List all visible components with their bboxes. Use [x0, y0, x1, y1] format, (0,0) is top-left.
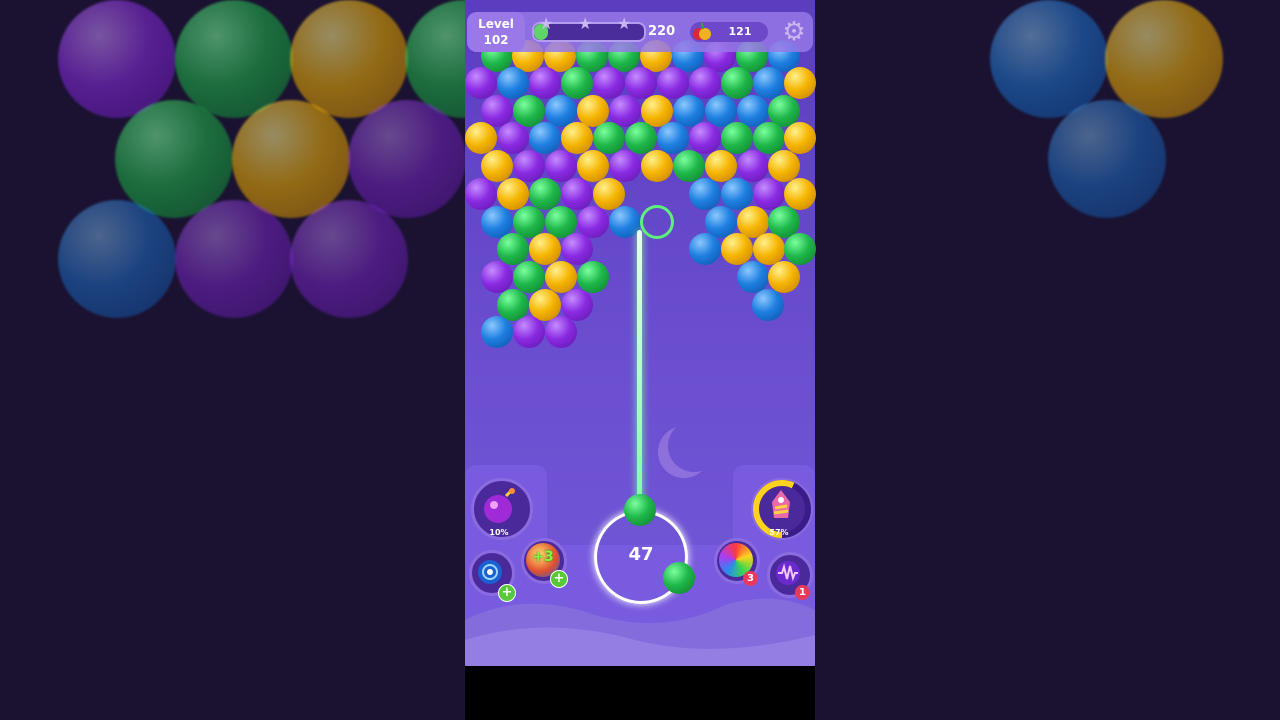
bubble: [545, 316, 577, 348]
bubble: [465, 122, 497, 154]
level-number: 102: [483, 33, 509, 47]
add-target-booster-button[interactable]: +: [498, 584, 516, 602]
bubble: [721, 122, 753, 154]
bubble: [689, 178, 721, 210]
bubble: [721, 233, 753, 265]
bubble: [752, 289, 784, 321]
next-ball[interactable]: [663, 562, 695, 594]
bubble: [609, 150, 641, 182]
star-icon: ★: [617, 14, 632, 33]
bubble: [689, 233, 721, 265]
bubble: [497, 67, 529, 99]
bubble: [577, 261, 609, 293]
bubble: [513, 316, 545, 348]
aim-target-ring: [640, 205, 674, 239]
star-icon: ★: [539, 14, 554, 33]
bubble: [753, 233, 785, 265]
bubble: [625, 67, 657, 99]
rocket-percent: 57%: [769, 528, 789, 537]
bubble: [561, 233, 593, 265]
bubble: [768, 150, 800, 182]
extra-balls-label: +3: [532, 549, 554, 565]
bubble: [497, 178, 529, 210]
bubble: [784, 233, 816, 265]
bubble: [481, 150, 513, 182]
bubble: [737, 150, 769, 182]
level-indicator: Level 102: [467, 12, 525, 52]
bubble: [545, 150, 577, 182]
bubble: [689, 122, 721, 154]
wave-count-badge: 1: [795, 585, 810, 600]
bubble: [753, 67, 785, 99]
bubble: [721, 67, 753, 99]
gear-icon[interactable]: ⚙: [780, 18, 808, 46]
bubble: [657, 122, 689, 154]
bubble: [593, 122, 625, 154]
star-icon: ★: [578, 14, 593, 33]
bubble: [753, 178, 785, 210]
bubble: [513, 261, 545, 293]
bubble: [641, 150, 673, 182]
bubble: [577, 150, 609, 182]
bubble: [625, 122, 657, 154]
bubble: [721, 178, 753, 210]
bubble: [529, 122, 561, 154]
level-label: Level: [478, 17, 514, 31]
bubble: [657, 67, 689, 99]
bottom-bar: [465, 666, 815, 720]
bubble: [545, 261, 577, 293]
bubble: [593, 178, 625, 210]
bubble: [737, 261, 769, 293]
score-value: 220: [648, 24, 676, 39]
bubble: [465, 178, 497, 210]
bubble: [705, 150, 737, 182]
bubble: [465, 67, 497, 99]
bubble: [497, 233, 529, 265]
bubble: [673, 150, 705, 182]
rainbow-count-badge: 3: [743, 571, 758, 586]
bubble: [784, 122, 816, 154]
bubble: [481, 316, 513, 348]
target-icon: [478, 560, 502, 584]
bubble: [768, 261, 800, 293]
bomb-icon: [484, 488, 515, 523]
add-extra-balls-button[interactable]: +: [550, 570, 568, 588]
bubble: [561, 67, 593, 99]
bubble: [481, 261, 513, 293]
current-ball[interactable]: [624, 494, 656, 526]
bubble: [561, 178, 593, 210]
bubble: [529, 178, 561, 210]
bubble: [593, 67, 625, 99]
bubble: [561, 122, 593, 154]
bubble: [689, 67, 721, 99]
bubble: [753, 122, 785, 154]
bubble: [497, 122, 529, 154]
rocket-icon: [772, 490, 790, 518]
fruit-icon: [693, 22, 711, 40]
bomb-percent: 10%: [489, 528, 509, 537]
bubble: [513, 150, 545, 182]
bubble: [529, 67, 561, 99]
bubble: [784, 178, 816, 210]
wave-icon: [776, 561, 800, 585]
bubble: [529, 233, 561, 265]
bubble: [784, 67, 816, 99]
fruit-count: 121: [728, 25, 752, 38]
